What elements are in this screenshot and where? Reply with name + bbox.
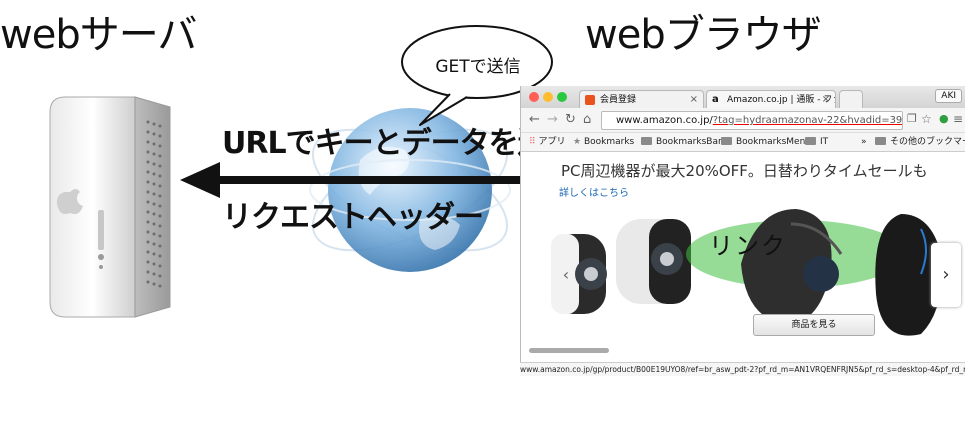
favicon-icon <box>585 95 595 105</box>
tab-strip: 会員登録 × a Amazon.co.jp | 通販 - ファ × AKI <box>521 86 965 108</box>
promo-text: PC周辺機器が最大20%OFF。日替わりタイムセールも <box>561 162 928 180</box>
menu-icon[interactable]: ≡ <box>953 112 963 126</box>
copy-icon[interactable]: ❐ <box>907 112 917 125</box>
reload-icon[interactable]: ↻ <box>565 112 576 127</box>
url-host: www.amazon.co.jp/ <box>616 115 713 126</box>
browser-window: 会員登録 × a Amazon.co.jp | 通販 - ファ × AKI ← … <box>520 86 965 376</box>
url-query: ?tag=hydraamazonav-22&hvadid=395... <box>712 115 903 126</box>
bookmark-item[interactable]: ★ Bookmarks <box>573 133 634 151</box>
home-icon[interactable]: ⌂ <box>583 112 591 127</box>
bookmarks-bar: ⠿ アプリ ★ Bookmarks BookmarksBar Bookmarks… <box>521 133 965 152</box>
server-icon <box>49 96 171 318</box>
horizontal-scrollbar[interactable] <box>529 348 609 353</box>
back-icon[interactable]: ← <box>529 112 540 127</box>
extension-icon[interactable]: ● <box>939 112 949 125</box>
new-tab-button[interactable] <box>839 90 863 108</box>
webbrowser-heading: webブラウザ <box>585 12 822 58</box>
folder-icon <box>721 137 732 145</box>
request-label-bottom: リクエストヘッダー <box>222 200 484 235</box>
tab-close-icon[interactable]: × <box>690 91 698 108</box>
carousel-next-icon[interactable]: › <box>931 243 961 307</box>
tab-label: Amazon.co.jp | 通販 - ファ <box>727 95 836 105</box>
status-bar-url: www.amazon.co.jp/gp/product/B00E19UYO8/r… <box>520 362 965 376</box>
folder-icon <box>641 137 652 145</box>
forward-icon[interactable]: → <box>547 112 558 127</box>
link-label: リンク <box>709 232 787 260</box>
close-window-icon[interactable] <box>529 92 539 102</box>
bookmark-other[interactable]: その他のブックマーク <box>875 133 965 151</box>
bookmark-folder[interactable]: BookmarksBar <box>641 133 722 151</box>
tab-amazon[interactable]: a Amazon.co.jp | 通販 - ファ × <box>706 90 836 108</box>
star-icon[interactable]: ☆ <box>921 112 932 126</box>
amazon-favicon-icon: a <box>712 94 719 105</box>
bookmarks-more[interactable]: » <box>861 133 867 151</box>
tab-member-registration[interactable]: 会員登録 × <box>579 90 704 108</box>
maximize-window-icon[interactable] <box>557 92 567 102</box>
bookmark-apps[interactable]: ⠿ アプリ <box>529 133 565 151</box>
bubble-text: GETで送信 <box>435 57 521 77</box>
detail-link[interactable]: 詳しくはこちら <box>559 184 629 199</box>
bookmark-folder[interactable]: BookmarksMenu <box>721 133 811 151</box>
tab-label: 会員登録 <box>600 95 637 105</box>
browser-toolbar: ← → ↻ ⌂ www.amazon.co.jp/?tag=hydraamazo… <box>521 108 965 133</box>
tab-close-icon[interactable]: × <box>822 91 830 108</box>
address-bar[interactable]: www.amazon.co.jp/?tag=hydraamazonav-22&h… <box>601 111 903 130</box>
bookmark-folder[interactable]: IT <box>805 133 828 151</box>
minimize-window-icon[interactable] <box>543 92 553 102</box>
webserver-heading: webサーバ <box>0 12 197 58</box>
user-badge[interactable]: AKI <box>935 89 962 103</box>
folder-icon <box>805 137 816 145</box>
carousel-prev-icon[interactable]: ‹ <box>557 256 575 294</box>
view-product-button[interactable]: 商品を見る <box>753 314 875 336</box>
star-icon: ★ <box>573 137 584 147</box>
folder-icon <box>875 137 886 145</box>
